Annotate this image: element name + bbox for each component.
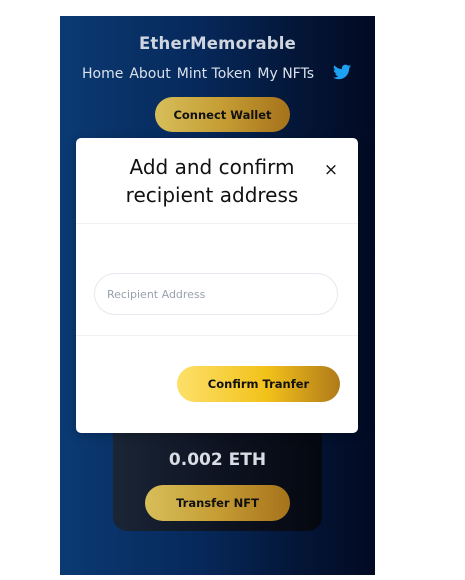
nav-mint-token[interactable]: Mint Token [177, 66, 252, 82]
confirm-transfer-button[interactable]: Confirm Tranfer [177, 366, 340, 402]
modal-header-divider [76, 223, 358, 224]
transfer-nft-button[interactable]: Transfer NFT [145, 485, 290, 521]
recipient-address-input[interactable] [94, 273, 338, 315]
brand-title: EtherMemorable [138, 34, 297, 53]
nav-my-nfts[interactable]: My NFTs [257, 66, 314, 82]
transfer-modal: Add and confirm recipient address × Conf… [76, 138, 358, 433]
twitter-icon[interactable] [333, 64, 351, 80]
nav-home[interactable]: Home [82, 66, 123, 82]
nft-price: 0.002 ETH [168, 450, 267, 470]
close-button[interactable]: × [322, 161, 340, 179]
main-nav: Home About Mint Token My NFTs [82, 66, 320, 82]
modal-footer-divider [76, 335, 358, 336]
page: EtherMemorable Home About Mint Token My … [0, 0, 465, 580]
modal-title: Add and confirm recipient address [125, 155, 299, 207]
nav-about[interactable]: About [129, 66, 170, 82]
connect-wallet-button[interactable]: Connect Wallet [155, 97, 290, 132]
